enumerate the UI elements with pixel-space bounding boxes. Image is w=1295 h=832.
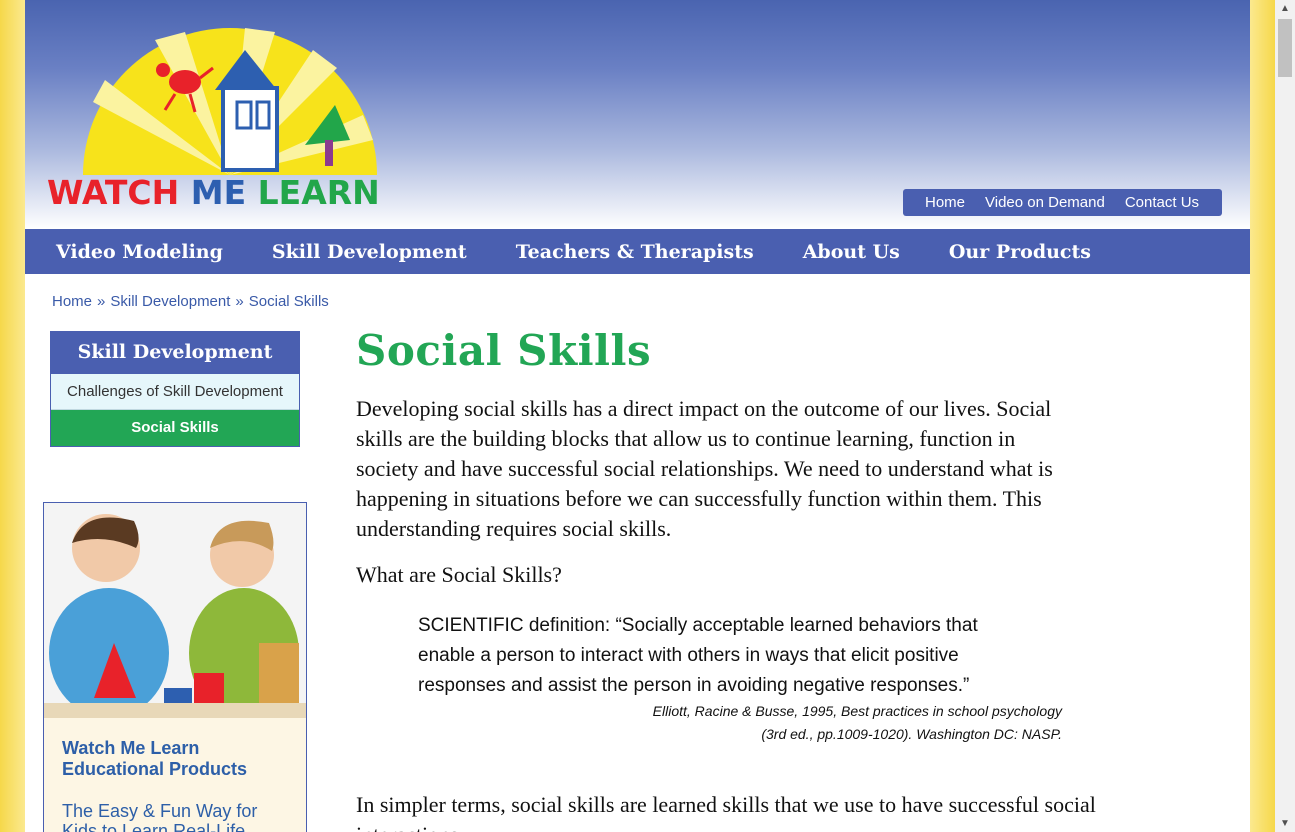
promo-tagline-line1: The Easy & Fun Way for xyxy=(62,801,258,821)
citation-line2: (3rd ed., pp.1009-1020). Washington DC: … xyxy=(761,726,1062,742)
breadcrumb-home[interactable]: Home xyxy=(52,293,92,310)
top-nav-video-on-demand[interactable]: Video on Demand xyxy=(985,194,1105,211)
main-nav-about-us[interactable]: About Us xyxy=(803,241,900,263)
top-utility-nav: Home Video on Demand Contact Us xyxy=(903,189,1222,216)
breadcrumb-separator: » xyxy=(235,293,244,310)
scrollbar-thumb[interactable] xyxy=(1278,19,1292,77)
logo-word-watch: WATCH xyxy=(47,173,180,212)
quote-citation: Elliott, Racine & Busse, 1995, Best prac… xyxy=(418,700,1062,746)
breadcrumb-social-skills[interactable]: Social Skills xyxy=(249,293,329,310)
promo-tagline: The Easy & Fun Way for Kids to Learn Rea… xyxy=(62,801,257,832)
main-content: Social Skills xyxy=(356,326,1116,375)
scroll-up-arrow-icon[interactable]: ▲ xyxy=(1275,0,1295,17)
promo-title: Watch Me Learn Educational Products xyxy=(62,738,247,780)
sidebar-item-challenges[interactable]: Challenges of Skill Development xyxy=(51,374,299,410)
breadcrumb-separator: » xyxy=(97,293,106,310)
definition-quote: SCIENTIFIC definition: “Socially accepta… xyxy=(418,615,978,696)
page-title: Social Skills xyxy=(356,326,652,375)
page: WATCH ME LEARN Home Video on Demand Cont… xyxy=(25,0,1250,832)
site-header: WATCH ME LEARN Home Video on Demand Cont… xyxy=(25,0,1250,229)
main-nav-our-products[interactable]: Our Products xyxy=(949,241,1091,263)
top-nav-contact-us[interactable]: Contact Us xyxy=(1125,194,1199,211)
sidebar-item-social-skills[interactable]: Social Skills xyxy=(51,410,299,446)
sidebar-menu: Skill Development Challenges of Skill De… xyxy=(50,331,300,447)
top-nav-home[interactable]: Home xyxy=(925,194,965,211)
scroll-down-arrow-icon[interactable]: ▼ xyxy=(1275,815,1295,832)
logo-word-me: ME xyxy=(190,173,247,212)
breadcrumb: Home» Skill Development» Social Skills xyxy=(52,293,329,310)
logo-wordmark[interactable]: WATCH ME LEARN xyxy=(47,173,380,212)
promo-tagline-line2: Kids to Learn Real-Life xyxy=(62,821,246,832)
vertical-scrollbar[interactable]: ▲ ▼ xyxy=(1275,0,1295,832)
main-nav-teachers-therapists[interactable]: Teachers & Therapists xyxy=(516,241,754,263)
breadcrumb-skill-development[interactable]: Skill Development xyxy=(110,293,230,310)
intro-paragraph: Developing social skills has a direct im… xyxy=(356,396,1053,541)
simpler-paragraph: In simpler terms, social skills are lear… xyxy=(356,792,1096,832)
section-question: What are Social Skills? xyxy=(356,562,562,587)
logo-word-learn: LEARN xyxy=(257,173,380,212)
promo-box[interactable]: Watch Me Learn Educational Products The … xyxy=(43,502,307,832)
promo-kids-photo xyxy=(44,503,306,718)
sidebar-title[interactable]: Skill Development xyxy=(51,332,299,374)
main-nav-skill-development[interactable]: Skill Development xyxy=(272,241,467,263)
citation-line1: Elliott, Racine & Busse, 1995, Best prac… xyxy=(652,703,1062,719)
main-nav-video-modeling[interactable]: Video Modeling xyxy=(56,241,223,263)
main-nav: Video Modeling Skill Development Teacher… xyxy=(25,229,1250,274)
promo-title-line2: Educational Products xyxy=(62,759,248,779)
promo-title-line1: Watch Me Learn xyxy=(62,738,200,758)
